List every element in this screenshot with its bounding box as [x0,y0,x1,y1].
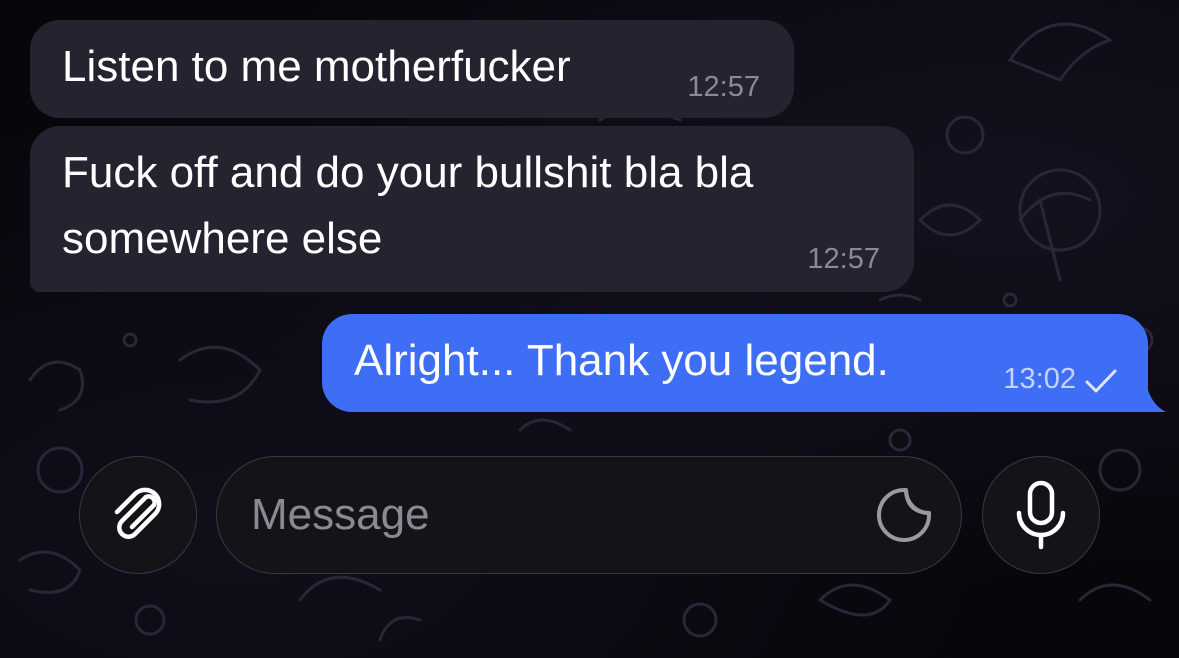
sticker-icon [877,488,931,542]
message-text: Alright... Thank you legend. [354,336,889,385]
message-timestamp: 12:57 [687,71,760,103]
message-timestamp: 12:57 [807,243,880,275]
paperclip-icon [114,487,162,539]
outgoing-message-bubble[interactable]: Alright... Thank you legend. 13:02 [322,314,1166,412]
bubble-tail [38,262,74,292]
incoming-message-bubble[interactable]: Listen to me motherfucker 12:57 [30,20,794,118]
message-timestamp: 13:02 [1003,363,1076,395]
message-input[interactable] [251,457,831,573]
bubble-tail [1130,382,1166,412]
attach-button[interactable] [79,456,197,574]
message-text: Listen to me motherfucker [62,42,571,91]
voice-message-button[interactable] [982,456,1100,574]
sticker-button[interactable] [875,486,933,544]
message-text: Fuck off and do your bullshit bla bla so… [62,148,754,263]
incoming-message-bubble[interactable]: Fuck off and do your bullshit bla bla so… [30,126,914,292]
message-field[interactable] [216,456,962,574]
microphone-icon [1016,480,1066,550]
single-check-icon [1085,369,1117,393]
